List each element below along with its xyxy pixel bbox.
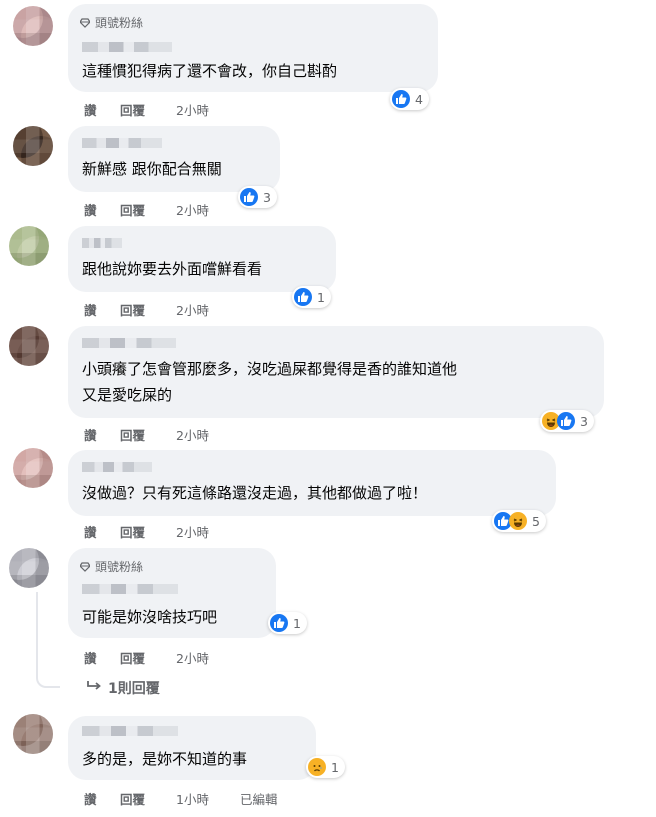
avatar[interactable]	[9, 226, 49, 266]
top-fan-badge: 頭號粉絲	[80, 558, 143, 575]
timestamp[interactable]: 2小時	[176, 300, 209, 319]
avatar[interactable]	[13, 6, 53, 46]
like-reaction-icon	[240, 188, 258, 206]
like-link[interactable]: 讚	[84, 522, 97, 541]
reaction-summary[interactable]: 3	[540, 410, 594, 432]
reaction-count: 4	[415, 91, 423, 107]
like-reaction-icon	[392, 90, 410, 108]
avatar[interactable]	[13, 714, 53, 754]
comment-bubble: 新鮮感 跟你配合無關	[68, 126, 280, 192]
comment-text: 可能是妳沒啥技巧吧	[82, 608, 218, 626]
timestamp[interactable]: 2小時	[176, 522, 209, 541]
timestamp[interactable]: 2小時	[176, 648, 209, 667]
reaction-count: 1	[293, 615, 301, 631]
avatar[interactable]	[9, 326, 49, 366]
author-name[interactable]	[82, 726, 178, 736]
top-fan-badge: 頭號粉絲	[80, 14, 143, 31]
diamond-icon	[80, 17, 90, 28]
reply-link[interactable]: 回覆	[120, 789, 145, 808]
timestamp[interactable]: 2小時	[176, 100, 209, 119]
like-link[interactable]: 讚	[84, 789, 97, 808]
view-replies-label: 1則回覆	[108, 681, 160, 697]
like-reaction-icon	[294, 288, 312, 306]
reaction-count: 3	[580, 413, 588, 429]
author-name[interactable]	[82, 238, 122, 248]
sad-reaction-icon	[308, 758, 326, 776]
reaction-summary[interactable]: 1	[306, 756, 345, 778]
comment-bubble: 跟他說妳要去外面嚐鮮看看	[68, 226, 336, 292]
comment-text: 這種慣犯得病了還不會改，你自己斟酌	[82, 62, 338, 80]
like-reaction-icon	[270, 614, 288, 632]
comment-bubble: 頭號粉絲 這種慣犯得病了還不會改，你自己斟酌	[68, 4, 438, 92]
comment-bubble: 小頭癢了怎會管那麼多，沒吃過屎都覺得是香的誰知道他 又是愛吃屎的	[68, 326, 604, 418]
comment-text: 多的是，是妳不知道的事	[82, 750, 248, 768]
author-name[interactable]	[82, 462, 152, 472]
avatar[interactable]	[13, 126, 53, 166]
reply-arrow-icon	[86, 680, 102, 696]
view-replies-link[interactable]: 1則回覆	[86, 678, 160, 698]
edited-label: 已編輯	[240, 792, 278, 807]
reaction-summary[interactable]: 1	[268, 612, 307, 634]
reply-link[interactable]: 回覆	[120, 100, 145, 119]
timestamp[interactable]: 1小時	[176, 789, 209, 808]
avatar[interactable]	[9, 548, 49, 588]
reply-link[interactable]: 回覆	[120, 300, 145, 319]
author-name[interactable]	[82, 138, 162, 148]
haha-reaction-icon	[509, 512, 527, 530]
timestamp[interactable]: 2小時	[176, 200, 209, 219]
like-reaction-icon	[557, 412, 575, 430]
like-link[interactable]: 讚	[84, 648, 97, 667]
comment-text: 新鮮感 跟你配合無關	[82, 160, 222, 178]
reaction-summary[interactable]: 5	[492, 510, 546, 532]
badge-label: 頭號粉絲	[95, 16, 144, 30]
reply-link[interactable]: 回覆	[120, 200, 145, 219]
diamond-icon	[80, 561, 90, 572]
reaction-summary[interactable]: 4	[390, 88, 429, 110]
reply-link[interactable]: 回覆	[120, 522, 145, 541]
author-name[interactable]	[82, 338, 176, 348]
like-link[interactable]: 讚	[84, 300, 97, 319]
like-link[interactable]: 讚	[84, 200, 97, 219]
comment-text: 小頭癢了怎會管那麼多，沒吃過屎都覺得是香的誰知道他 又是愛吃屎的	[82, 360, 458, 404]
reaction-count: 3	[263, 189, 271, 205]
like-link[interactable]: 讚	[84, 100, 97, 119]
reply-link[interactable]: 回覆	[120, 425, 145, 444]
timestamp[interactable]: 2小時	[176, 425, 209, 444]
reaction-summary[interactable]: 1	[292, 286, 331, 308]
badge-label: 頭號粉絲	[95, 560, 144, 574]
comment-bubble: 頭號粉絲 可能是妳沒啥技巧吧	[68, 548, 276, 638]
avatar[interactable]	[13, 448, 53, 488]
comment-bubble: 沒做過？只有死這條路還沒走過，其他都做過了啦！	[68, 450, 556, 516]
comment-text: 沒做過？只有死這條路還沒走過，其他都做過了啦！	[82, 484, 428, 502]
reaction-count: 5	[532, 513, 540, 529]
thread-connector	[36, 592, 60, 688]
author-name[interactable]	[82, 42, 172, 52]
like-link[interactable]: 讚	[84, 425, 97, 444]
comment-bubble: 多的是，是妳不知道的事	[68, 716, 316, 780]
comment-text: 跟他說妳要去外面嚐鮮看看	[82, 260, 263, 278]
reaction-summary[interactable]: 3	[238, 186, 277, 208]
reply-link[interactable]: 回覆	[120, 648, 145, 667]
reaction-count: 1	[331, 759, 339, 775]
author-name[interactable]	[82, 584, 178, 594]
reaction-count: 1	[317, 289, 325, 305]
